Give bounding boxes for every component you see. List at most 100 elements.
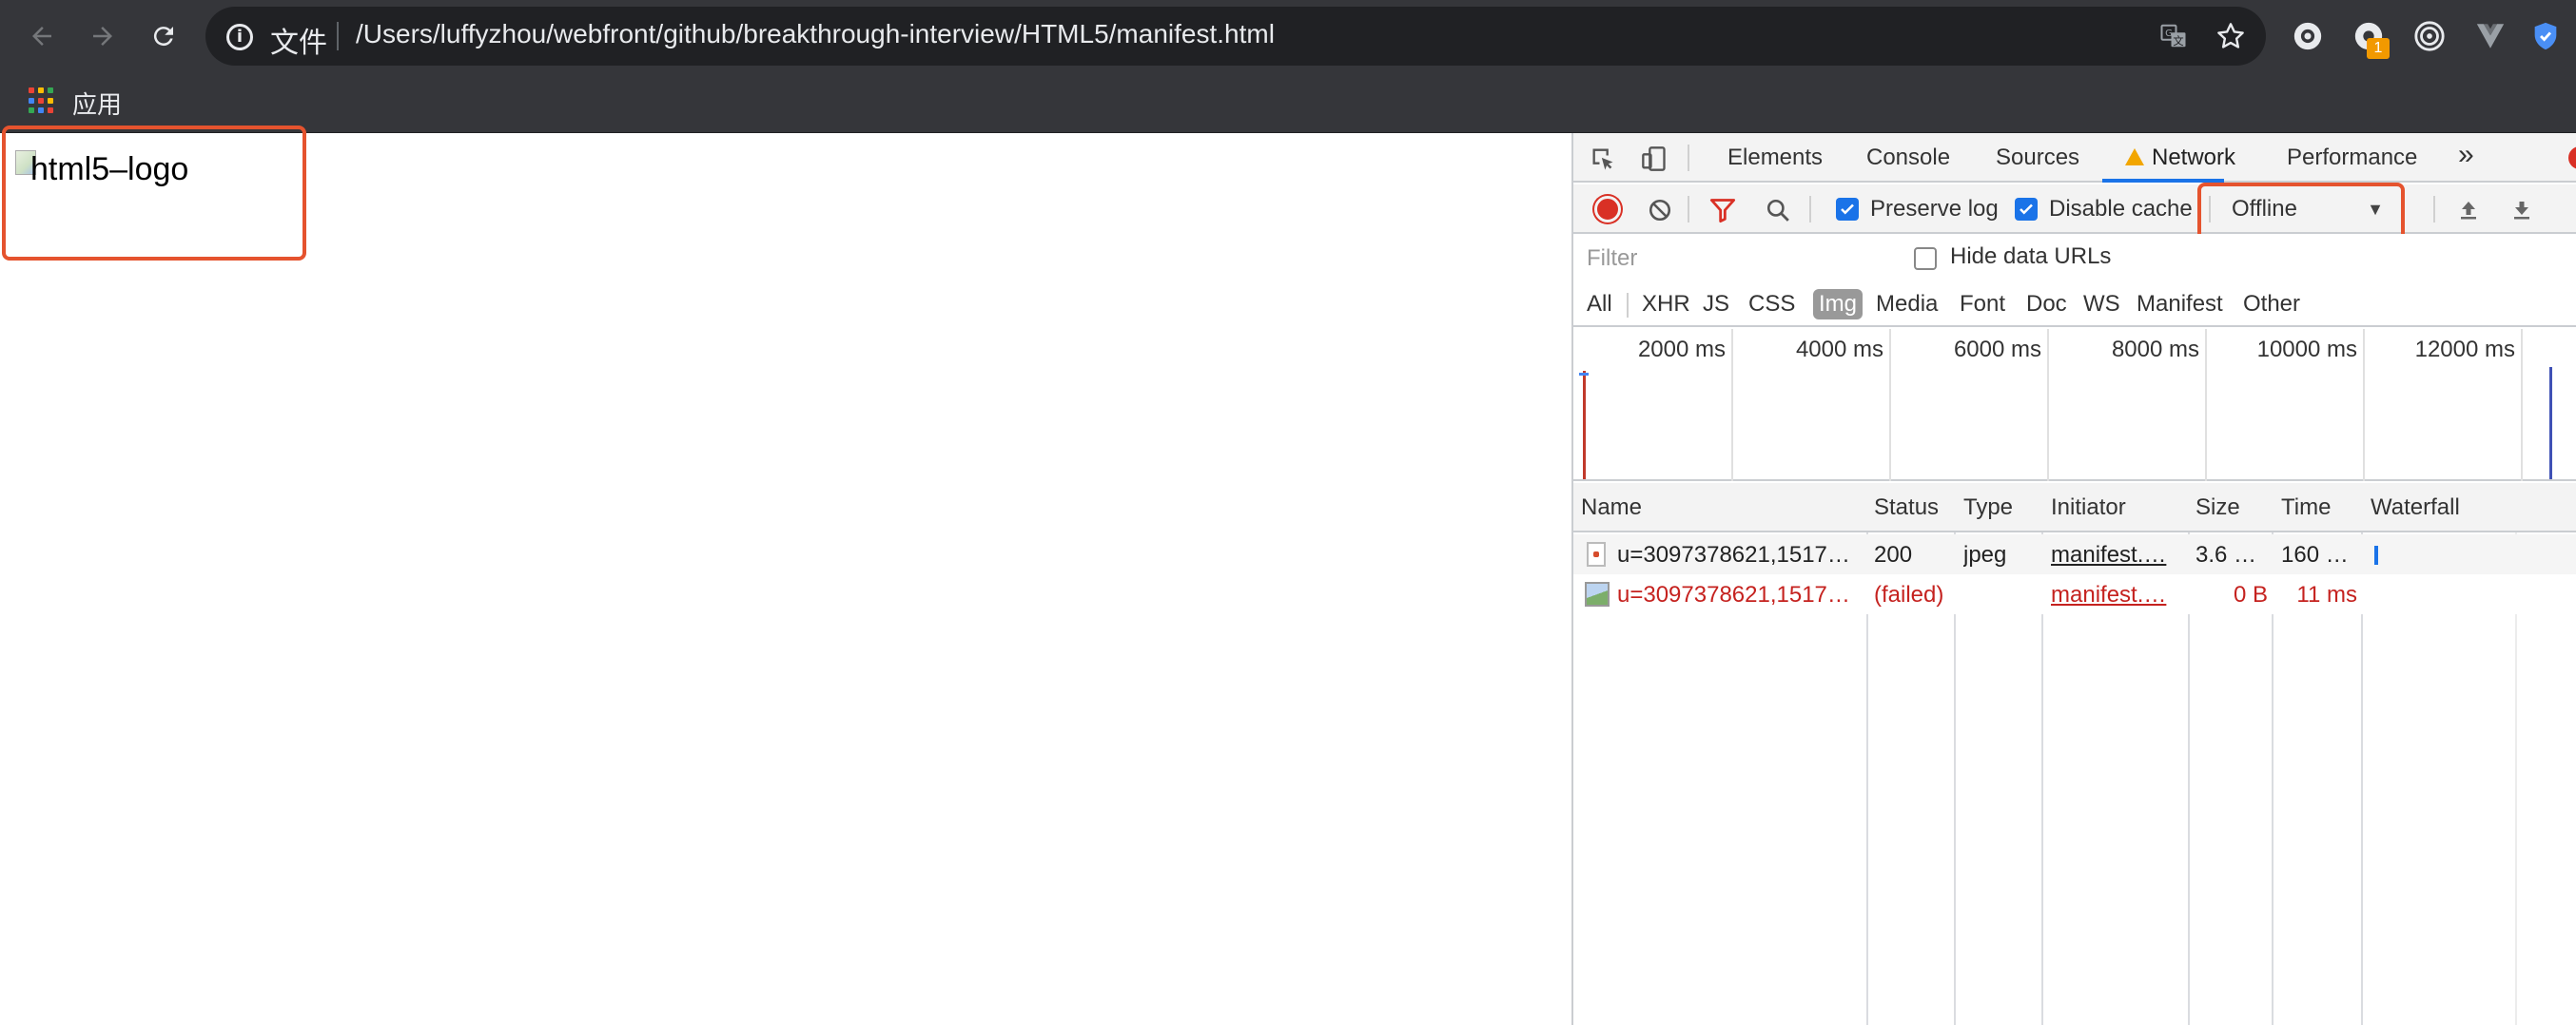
hide-data-urls-checkbox[interactable] [1914,247,1937,270]
vue-devtools-icon[interactable] [2471,17,2509,55]
svg-text:文: 文 [2173,34,2183,48]
hide-data-urls-label[interactable]: Hide data URLs [1950,243,2111,270]
arrow-right-icon [93,27,112,46]
timeline-tick-label: 8000 ms [2111,337,2199,362]
request-size: 0 B [2233,582,2268,608]
filter-bar: Filter Hide data URLs [1573,234,2576,281]
timeline-tick-label: 2000 ms [1637,337,1726,362]
bookmarks-bar: 应用 [0,72,2576,133]
svg-text:G: G [2165,29,2173,39]
reload-button[interactable] [141,13,186,59]
forward-button[interactable] [80,13,126,59]
type-filter-ws[interactable]: WS [2078,289,2126,319]
waterfall-bar [2374,546,2378,565]
timeline-gridline [1731,329,1733,481]
timeline-tick-label: 12000 ms [2414,337,2515,362]
column-header-time[interactable]: Time [2281,494,2331,521]
tab-network-label: Network [2152,145,2236,170]
timeline-tick-label: 4000 ms [1795,337,1883,362]
type-filter-img[interactable]: Img [1813,289,1864,319]
column-header-initiator[interactable]: Initiator [2051,494,2126,521]
image-file-icon [1585,582,1610,607]
request-name: u=3097378621,1517… [1617,542,1850,568]
timeline-gridline [2047,329,2049,481]
url-scheme-label: 文件 [270,27,327,60]
type-filter-manifest[interactable]: Manifest [2131,289,2229,319]
tab-sources[interactable]: Sources [1996,145,2079,171]
address-bar[interactable]: i 文件 /Users/luffyzhou/webfront/github/br… [205,7,2266,66]
disable-cache-checkbox[interactable] [2015,198,2038,221]
omnibox-divider [337,22,339,50]
url-text[interactable]: /Users/luffyzhou/webfront/github/breakth… [356,19,1275,49]
toolbar-divider [1688,196,1689,222]
file-icon [1587,542,1606,567]
table-row[interactable]: u=3097378621,1517… (failed) manifest.… 0… [1573,574,2576,614]
apps-shortcut-label[interactable]: 应用 [72,86,122,121]
table-row[interactable]: u=3097378621,1517… 200 jpeg manifest.… 3… [1573,534,2576,574]
network-toolbar: Preserve log Disable cache Offline ▼ [1573,184,2576,234]
import-har-icon[interactable] [2454,196,2483,224]
device-toolbar-icon[interactable] [1638,143,1670,175]
disable-cache-label[interactable]: Disable cache [2049,196,2193,222]
type-filter-font[interactable]: Font [1954,289,2011,319]
more-tabs-button[interactable]: » [2458,139,2474,171]
shield-icon[interactable] [2527,17,2565,55]
tab-elements[interactable]: Elements [1727,145,1823,171]
column-header-size[interactable]: Size [2195,494,2240,521]
checkmark-icon [2020,203,2033,215]
error-count-icon[interactable] [2568,146,2576,169]
type-filter-js[interactable]: JS [1697,289,1735,319]
column-header-type[interactable]: Type [1963,494,2013,521]
timeline-tick-label: 10000 ms [2256,337,2357,362]
search-icon[interactable] [1764,196,1792,224]
request-initiator-link[interactable]: manifest.… [2051,582,2184,609]
record-button[interactable] [1594,196,1621,222]
devtools-panel: Elements Console Sources Network Perform… [1571,133,2576,1025]
warning-icon [2125,148,2144,165]
network-overview-timeline[interactable]: 2000 ms 4000 ms 6000 ms 8000 ms 10000 ms… [1573,329,2576,481]
timeline-gridline [2521,329,2523,481]
request-status: (failed) [1874,582,1944,608]
page-viewport: html5–logo [0,126,1571,1025]
translate-icon[interactable]: 文G [2157,20,2190,52]
filter-input[interactable]: Filter [1583,242,1897,276]
request-status: 200 [1874,542,1913,568]
type-filter-all[interactable]: All [1581,289,1618,319]
request-initiator-link[interactable]: manifest.… [2051,542,2184,569]
type-filter-xhr[interactable]: XHR [1636,289,1696,319]
column-header-name[interactable]: Name [1581,494,1642,521]
apps-grid-icon[interactable] [29,87,55,114]
type-filter-doc[interactable]: Doc [2020,289,2073,319]
info-icon[interactable]: i [226,24,253,50]
column-header-waterfall[interactable]: Waterfall [2371,494,2460,521]
type-filter-media[interactable]: Media [1870,289,1943,319]
clear-icon[interactable] [1646,196,1674,224]
column-header-status[interactable]: Status [1874,494,1939,521]
type-filter-css[interactable]: CSS [1743,289,1801,319]
timeline-gridline [2363,329,2365,481]
timeline-gridline [1889,329,1891,481]
type-divider [1627,293,1629,318]
inspect-element-icon[interactable] [1587,143,1619,175]
load-marker [2549,367,2552,479]
resource-type-filters: All XHR JS CSS Img Media Font Doc WS Man… [1573,281,2576,327]
bookmark-star-icon[interactable] [2215,20,2247,52]
request-size: 3.6 … [2195,542,2257,568]
extension-3-icon[interactable] [2410,17,2449,55]
preserve-log-label[interactable]: Preserve log [1870,196,1999,222]
export-har-icon[interactable] [2508,196,2536,224]
request-time: 11 ms [2296,582,2357,608]
browser-toolbar: i 文件 /Users/luffyzhou/webfront/github/br… [0,0,2576,72]
tab-console[interactable]: Console [1866,145,1950,171]
timeline-tick-label: 6000 ms [1953,337,2041,362]
dom-content-loaded-marker [1583,371,1586,479]
tab-performance[interactable]: Performance [2287,145,2417,171]
filter-funnel-icon[interactable] [1708,196,1737,224]
extension-1-icon[interactable] [2289,17,2327,55]
tab-network[interactable]: Network [2125,145,2235,171]
preserve-log-checkbox[interactable] [1836,198,1859,221]
toolbar-divider [2433,196,2435,222]
type-filter-other[interactable]: Other [2237,289,2306,319]
request-time: 160 … [2281,542,2349,568]
back-button[interactable] [19,13,65,59]
